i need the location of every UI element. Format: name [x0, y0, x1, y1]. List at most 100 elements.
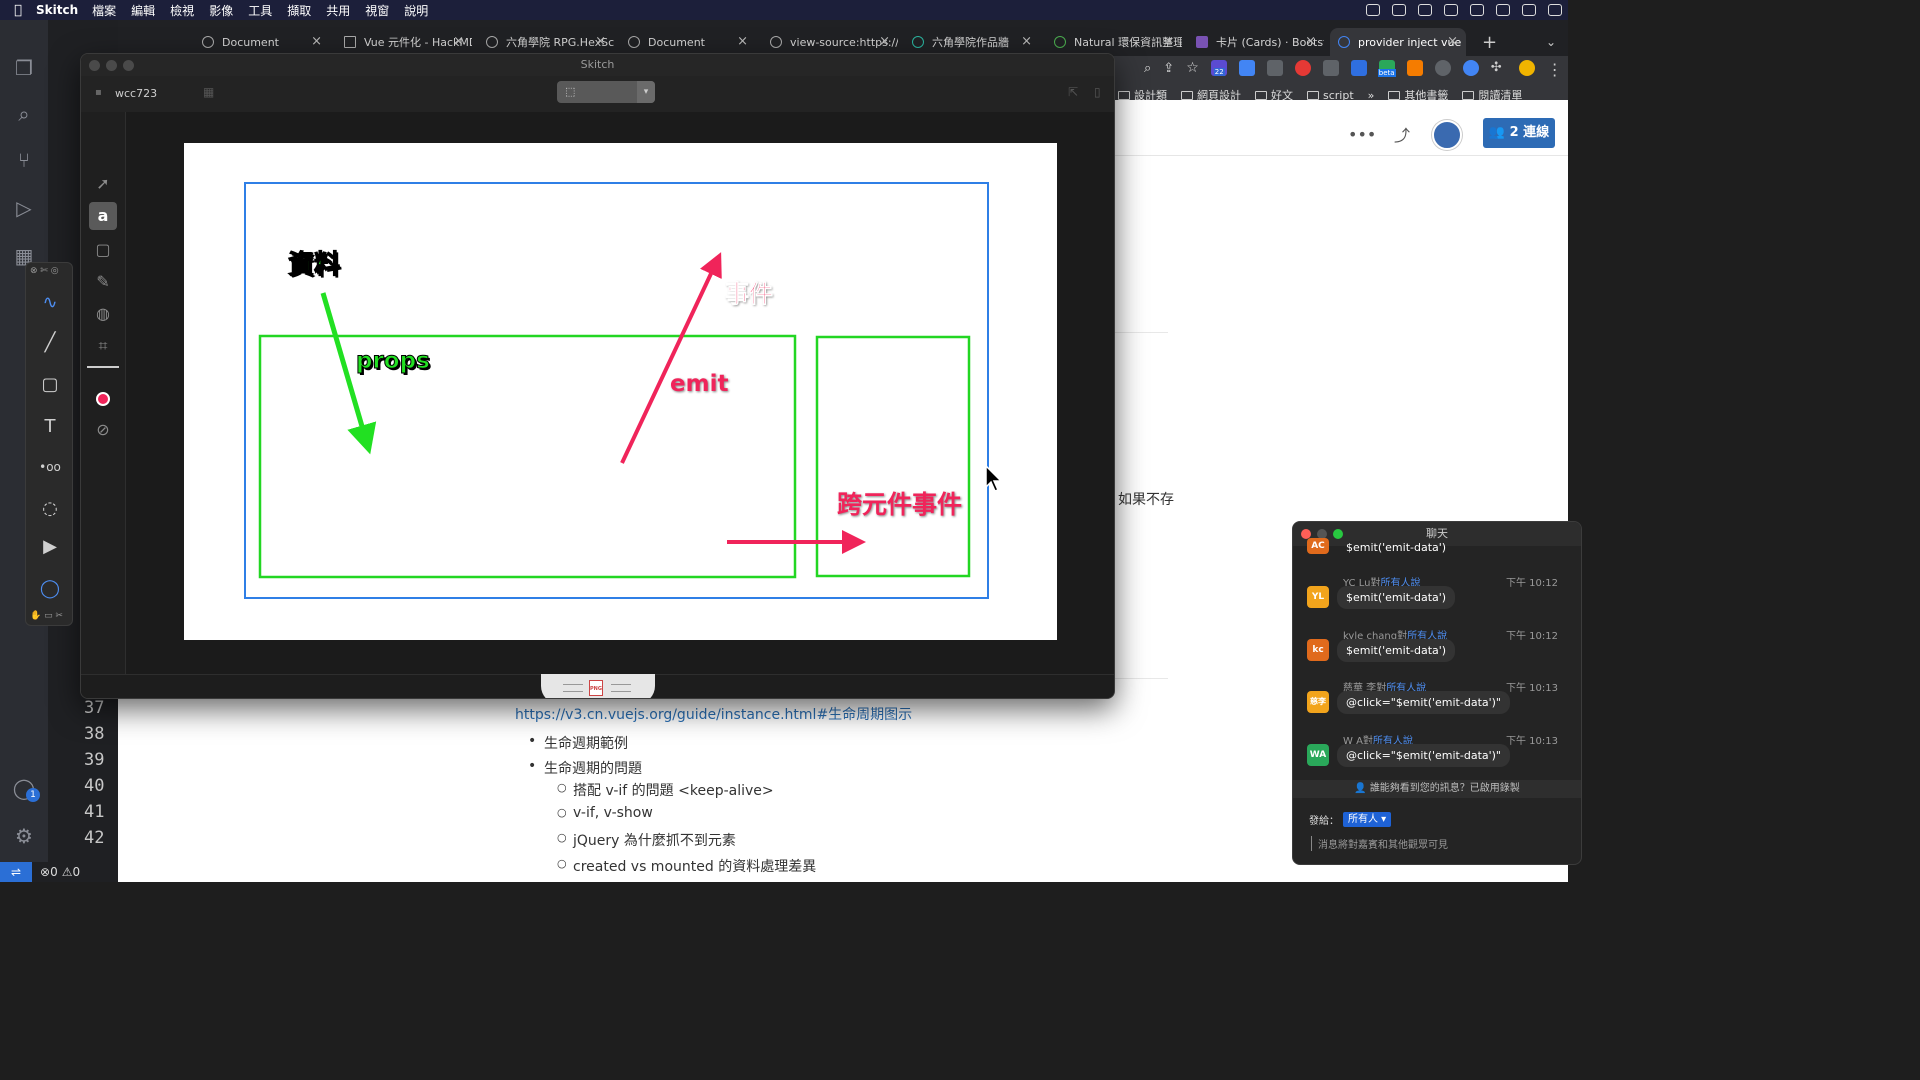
warnings-count[interactable]: 0	[72, 865, 80, 879]
tab-view-source[interactable]: view-source:https://×	[762, 28, 898, 56]
event-label[interactable]: 事件	[725, 274, 774, 309]
close-icon[interactable]: ×	[1021, 34, 1032, 49]
minimize-button[interactable]	[106, 60, 117, 71]
close-icon[interactable]: ×	[453, 34, 464, 49]
avatar[interactable]	[1432, 120, 1462, 150]
recipient-dropdown[interactable]: 所有人 ▾	[1343, 812, 1392, 827]
tab-rpg-hexschool[interactable]: 六角學院 RPG.HexSchool×	[478, 28, 614, 56]
battery-icon[interactable]	[1470, 4, 1484, 16]
chat-input[interactable]: 消息將對嘉賓和其他觀眾可見	[1311, 836, 1448, 851]
marker-tool-icon[interactable]: ✎	[89, 268, 117, 296]
history-extension-icon[interactable]	[1434, 60, 1451, 76]
settings-gear-icon[interactable]: ⚙	[10, 822, 38, 850]
menu-window[interactable]: 視窗	[365, 2, 389, 19]
menu-image[interactable]: 影像	[209, 2, 233, 19]
rectangle-tool-icon[interactable]: ▢	[36, 371, 64, 399]
grid-icon[interactable]: ▦	[203, 85, 214, 99]
tab-bootstrap-cards[interactable]: 卡片 (Cards) · Bootstrap×	[1188, 28, 1324, 56]
beta-extension-icon[interactable]: beta	[1377, 60, 1396, 77]
timer-icon[interactable]: ◯	[36, 575, 64, 603]
source-control-icon[interactable]: ⑂	[10, 146, 38, 174]
tab-natural[interactable]: Natural 環保資訊整理 ×	[1046, 28, 1182, 56]
tab-provider-inject[interactable]: provider inject vue ×	[1330, 28, 1466, 56]
camera-icon[interactable]	[1366, 4, 1380, 16]
chrome-extension-icon[interactable]	[1462, 60, 1479, 76]
adblock-icon[interactable]	[1294, 60, 1311, 76]
account-icon[interactable]: ◯ 1	[10, 774, 40, 802]
message-text[interactable]: $emit('emit-data')	[1337, 586, 1456, 609]
menu-edit[interactable]: 編輯	[131, 2, 155, 19]
zoom-button[interactable]	[1333, 529, 1343, 539]
close-icon[interactable]: ×	[595, 34, 606, 49]
extension-icon[interactable]: 22	[1210, 60, 1227, 76]
text-tool-icon[interactable]: a	[89, 202, 117, 230]
menu-tools[interactable]: 工具	[248, 2, 272, 19]
more-horiz-icon[interactable]: •••	[1348, 125, 1376, 144]
warnings-icon[interactable]: ⚠	[62, 865, 73, 879]
close-icon[interactable]: ×	[879, 34, 890, 49]
menu-share[interactable]: 共用	[326, 2, 350, 19]
share-out-icon[interactable]: ⇱	[1068, 85, 1078, 99]
upload-icon[interactable]	[1392, 4, 1406, 16]
data-label[interactable]: 資料	[287, 244, 340, 281]
control-center-icon[interactable]	[1548, 4, 1562, 16]
zoom-icon[interactable]: ⌕	[1144, 61, 1151, 76]
analytics-icon[interactable]	[1406, 60, 1423, 76]
tab-document-1[interactable]: Document ×	[194, 28, 330, 56]
trash-icon[interactable]: ▯	[1094, 85, 1101, 99]
zoom-button[interactable]	[123, 60, 134, 71]
recording-notice[interactable]: 👤 誰能夠看到您的訊息？已啟用錄製	[1293, 780, 1581, 798]
arrow-tool-icon[interactable]: ➚	[89, 170, 117, 198]
text-tool-icon[interactable]: T	[36, 413, 64, 441]
lifecycle-link[interactable]: https://v3.cn.vuejs.org/guide/instance.h…	[515, 704, 912, 724]
play-icon[interactable]: ▶	[36, 533, 64, 561]
skitch-canvas[interactable]: 資料 props 事件 emit 跨元件事件	[184, 143, 1057, 640]
tab-vue-hackmd[interactable]: Vue 元件化 - HackMD ×	[336, 28, 472, 56]
camera-extension-icon[interactable]	[1266, 60, 1283, 76]
close-button[interactable]	[89, 60, 100, 71]
share-icon[interactable]: ⇪	[1163, 61, 1174, 76]
chevron-down-icon[interactable]: ⌄	[1538, 28, 1562, 56]
menu-view[interactable]: 檢視	[170, 2, 194, 19]
star-icon[interactable]: ☆	[1186, 60, 1199, 76]
tab-document-2[interactable]: Document ×	[620, 28, 756, 56]
pixelate-tool-icon[interactable]: ◍	[89, 300, 117, 328]
props-label[interactable]: props	[356, 348, 431, 375]
line-style-icon[interactable]: •oo	[36, 453, 64, 481]
more-vert-icon[interactable]: ⋮	[1547, 60, 1563, 79]
errors-icon[interactable]: ⊗	[40, 865, 50, 879]
color-picker-icon[interactable]	[89, 384, 117, 412]
message-text[interactable]: @click="$emit('emit-data')"	[1337, 744, 1510, 767]
search-icon[interactable]: ⌕	[10, 100, 38, 128]
close-icon[interactable]: ×	[311, 34, 322, 49]
share-icon[interactable]: ⤴	[1394, 122, 1410, 146]
menubar-app-name[interactable]: Skitch	[36, 3, 78, 17]
menu-help[interactable]: 說明	[404, 2, 428, 19]
translate-icon[interactable]	[1238, 60, 1255, 76]
menu-file[interactable]: 檔案	[92, 2, 116, 19]
emit-label[interactable]: emit	[670, 371, 728, 397]
chat-extension-icon[interactable]	[1322, 60, 1339, 76]
message-text[interactable]: @click="$emit('emit-data')"	[1337, 691, 1510, 714]
drag-export-handle[interactable]: PNG	[541, 674, 655, 698]
skitch-username[interactable]: wcc723	[115, 87, 157, 100]
close-icon[interactable]: ×	[737, 34, 748, 49]
message-text[interactable]: $emit('emit-data')	[1337, 538, 1455, 559]
chevron-down-icon[interactable]: ▾	[637, 81, 655, 103]
wifi-icon[interactable]	[1496, 4, 1510, 16]
screenshot-icon[interactable]	[1418, 4, 1432, 16]
tab-hexschool-works[interactable]: 六角學院作品牆 ×	[904, 28, 1040, 56]
explorer-icon[interactable]: ❐	[10, 54, 38, 82]
connections-button[interactable]: 👥 2 連線	[1483, 118, 1555, 148]
menu-capture[interactable]: 擷取	[287, 2, 311, 19]
run-debug-icon[interactable]: ▷	[10, 194, 38, 222]
cloud-icon[interactable]	[1444, 4, 1458, 16]
crop-tool-icon[interactable]: ⌗	[89, 332, 117, 360]
rectangle-tool-icon[interactable]: ▢	[89, 236, 117, 264]
line-width-icon[interactable]: ⊘	[89, 416, 117, 444]
search-icon[interactable]	[1522, 4, 1536, 16]
new-tab-icon[interactable]: +	[1474, 28, 1498, 56]
apple-icon[interactable]: 	[0, 3, 36, 18]
remote-icon[interactable]: ⇌	[0, 862, 32, 882]
profile-avatar-icon[interactable]	[1518, 60, 1535, 76]
